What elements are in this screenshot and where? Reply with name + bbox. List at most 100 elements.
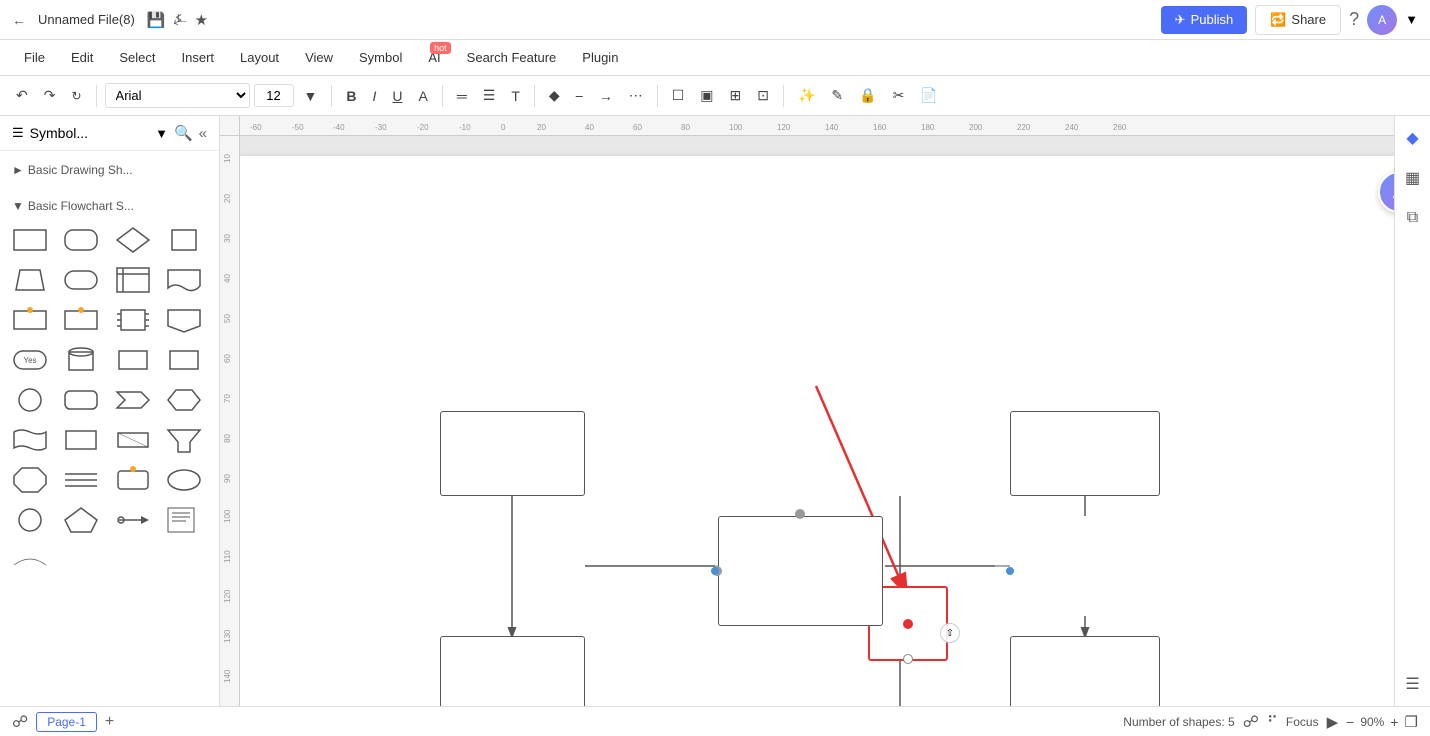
shape-ellipse-rect[interactable]	[59, 261, 103, 299]
fit-screen-icon[interactable]: ❐	[1405, 713, 1418, 731]
shape-diamond[interactable]	[111, 221, 155, 259]
shape-rect2[interactable]	[111, 341, 155, 379]
shape-lines[interactable]	[59, 461, 103, 499]
sidebar-search-icon[interactable]: 🔍	[174, 124, 193, 142]
star-icon[interactable]: ★	[195, 11, 208, 29]
zoom-out-button[interactable]: −	[1346, 714, 1354, 730]
scale-button[interactable]: ⊡	[751, 83, 775, 108]
menu-edit[interactable]: Edit	[59, 46, 105, 69]
add-page-button[interactable]: +	[105, 713, 114, 731]
play-icon[interactable]: ▶	[1327, 713, 1339, 731]
right-edge-handle-right[interactable]	[1006, 567, 1014, 575]
shape-rect3[interactable]	[59, 421, 103, 459]
menu-ai[interactable]: AI	[416, 46, 452, 69]
canvas[interactable]: A	[240, 136, 1394, 706]
font-color-button[interactable]: A	[413, 84, 434, 108]
fill-button[interactable]: ◆	[543, 83, 566, 108]
share-button[interactable]: 🔁 Share	[1255, 5, 1341, 35]
menu-layout[interactable]: Layout	[228, 46, 291, 69]
menu-select[interactable]: Select	[107, 46, 167, 69]
shape-connector-arrow[interactable]	[111, 501, 155, 539]
shape-circle2[interactable]	[8, 501, 52, 539]
shape-rectangle[interactable]	[8, 221, 52, 259]
shape-trapezoid[interactable]	[8, 261, 52, 299]
shape-note[interactable]	[162, 501, 206, 539]
page-tab-1[interactable]: Page-1	[36, 712, 97, 732]
shape-octagon[interactable]	[8, 461, 52, 499]
move-handle[interactable]: ⇧	[940, 623, 960, 643]
menu-view[interactable]: View	[293, 46, 345, 69]
menu-symbol[interactable]: Symbol	[347, 46, 414, 69]
redo-button[interactable]: ↷	[38, 83, 62, 108]
shape-parallelogram[interactable]	[162, 221, 206, 259]
shape-fill-button[interactable]: ▣	[694, 83, 719, 108]
basic-flowchart-title[interactable]: ▼ Basic Flowchart S...	[8, 193, 211, 217]
sidebar-collapse-icon[interactable]: «	[199, 125, 207, 142]
crop-button[interactable]: ⊞	[724, 83, 748, 108]
align-options-button[interactable]: ☰	[477, 83, 502, 108]
shape-5[interactable]	[440, 636, 585, 706]
right-panel-style-icon[interactable]: ◆	[1399, 124, 1427, 152]
align-center-button[interactable]: ═	[451, 84, 473, 108]
italic-button[interactable]: I	[367, 84, 383, 108]
basic-drawing-title[interactable]: ► Basic Drawing Sh...	[8, 157, 211, 181]
lock-button[interactable]: 🔒	[853, 83, 882, 108]
shape-wave[interactable]	[8, 421, 52, 459]
edit2-button[interactable]: ✎	[825, 83, 849, 108]
sidebar-dropdown-icon[interactable]: ▼	[155, 126, 168, 141]
line-end-button[interactable]: →	[593, 84, 619, 108]
save-icon[interactable]: 💾	[147, 11, 166, 29]
font-size-input[interactable]	[254, 84, 294, 107]
shape-style-button[interactable]: ☐	[666, 83, 691, 108]
shape-6[interactable]	[1010, 636, 1160, 706]
line-options-button[interactable]: ⋯	[623, 83, 649, 108]
shape-4[interactable]	[1010, 411, 1160, 496]
menu-search-feature[interactable]: Search Feature	[455, 46, 569, 69]
shape-dots2[interactable]	[59, 301, 103, 339]
shape-pentagon[interactable]	[59, 501, 103, 539]
right-panel-settings-icon[interactable]: ☰	[1399, 670, 1427, 698]
shape-3[interactable]	[718, 516, 883, 626]
sidebar-menu-icon[interactable]: ☰	[12, 125, 24, 141]
publish-button[interactable]: ✈ Publish	[1161, 6, 1248, 34]
shape-dots1[interactable]	[8, 301, 52, 339]
export-icon[interactable]: ⍼	[174, 11, 187, 28]
snap-icon[interactable]: ⠋	[1267, 713, 1278, 731]
shape-arc[interactable]	[8, 541, 52, 579]
shape-oval[interactable]	[162, 461, 206, 499]
sparkle-button[interactable]: ✨	[792, 83, 821, 108]
focus-label[interactable]: Focus	[1286, 715, 1319, 729]
shape-tape[interactable]	[111, 421, 155, 459]
shape-bracket[interactable]	[162, 341, 206, 379]
table-button[interactable]: 📄	[914, 83, 943, 108]
canvas-drawing-area[interactable]: A	[240, 156, 1394, 706]
shape-rounded-rect[interactable]	[59, 221, 103, 259]
text-style-button[interactable]: T	[505, 84, 526, 108]
shape-internal-storage[interactable]	[111, 261, 155, 299]
font-family-select[interactable]: Arial Times New Roman	[105, 83, 250, 108]
canvas-logo[interactable]: A	[1378, 171, 1394, 213]
dropdown-size-icon[interactable]: ▼	[298, 84, 324, 108]
shape-circle[interactable]	[8, 381, 52, 419]
right-panel-grid-icon[interactable]: ⧉	[1399, 204, 1427, 232]
page-view-icon[interactable]: ☍	[12, 712, 28, 732]
shape-can[interactable]	[59, 341, 103, 379]
layers-icon[interactable]: ☍	[1243, 712, 1259, 732]
menu-insert[interactable]: Insert	[170, 46, 227, 69]
shape-funnel[interactable]	[162, 421, 206, 459]
dropdown-arrow-icon[interactable]: ▼	[1405, 12, 1418, 27]
shape-process[interactable]	[111, 301, 155, 339]
scissors-button[interactable]: ✂	[887, 83, 911, 108]
line-style-button[interactable]: ⎯	[570, 83, 589, 108]
back-icon[interactable]: ←	[12, 12, 26, 28]
help-icon[interactable]: ?	[1349, 9, 1359, 30]
shape-hexagon[interactable]	[162, 381, 206, 419]
bottom-handle[interactable]	[903, 654, 913, 664]
shape-rect-rounded[interactable]	[111, 461, 155, 499]
shape-document[interactable]	[162, 261, 206, 299]
shape-stadium[interactable]	[59, 381, 103, 419]
user-avatar[interactable]: A	[1367, 5, 1397, 35]
top-edge-handle[interactable]	[795, 509, 805, 519]
shape-yes-no[interactable]: Yes	[8, 341, 52, 379]
redo2-button[interactable]: ↻	[65, 85, 87, 107]
